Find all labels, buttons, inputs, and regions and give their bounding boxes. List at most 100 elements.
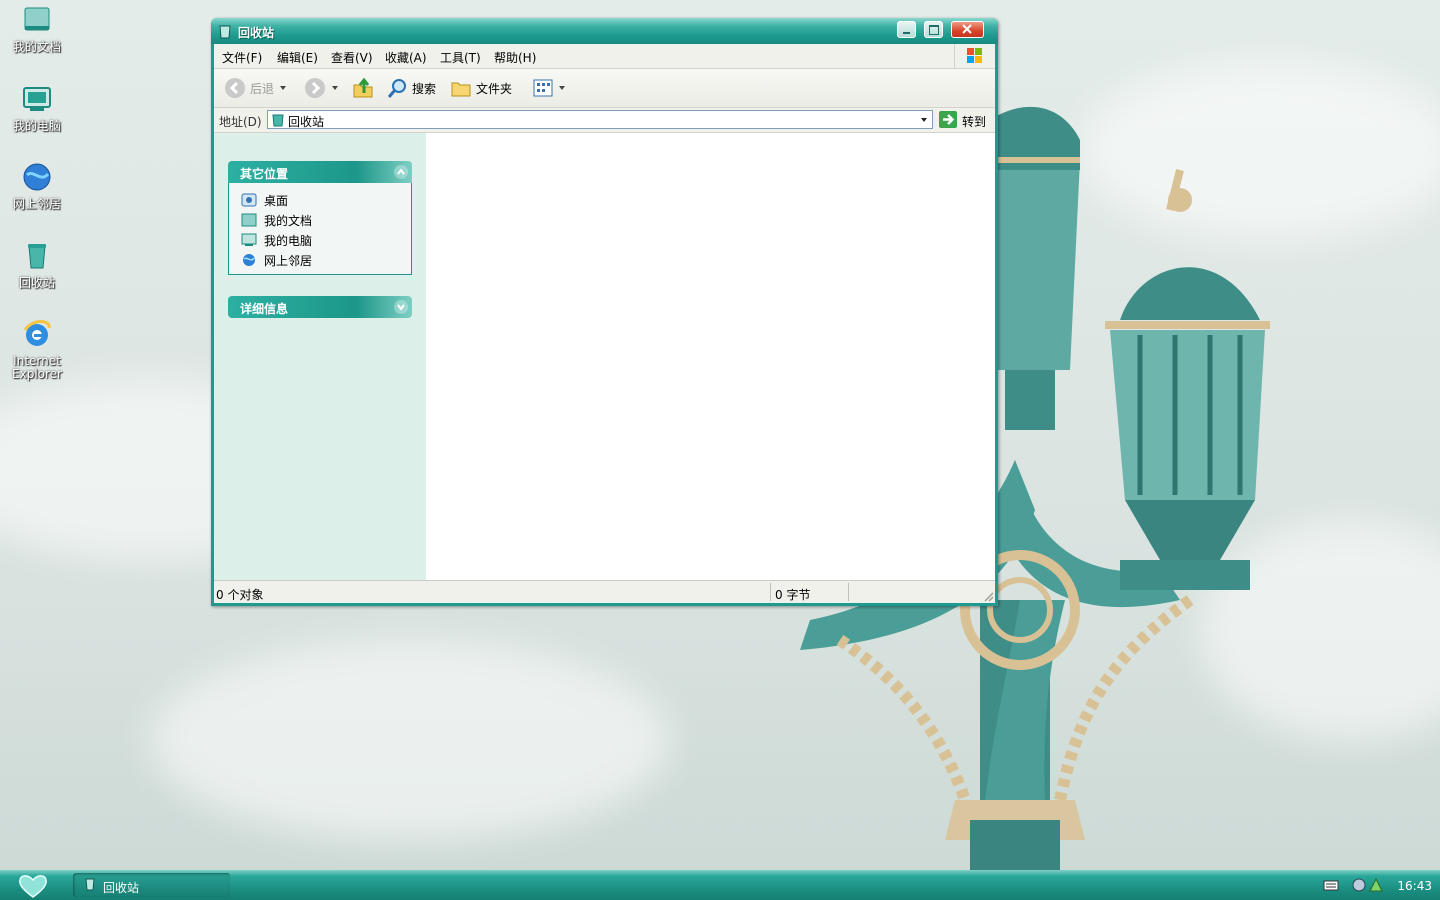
desktop-icon [241,193,257,207]
system-tray: 16:43 [1318,870,1440,900]
other-places-list: 桌面 我的文档 我的电脑 网上邻居 [228,183,412,275]
status-object-count: 0 个对象 [216,588,264,602]
maximize-button[interactable] [924,21,943,38]
place-link-my-documents[interactable]: 我的文档 [241,210,411,230]
recycle-bin-icon [272,114,284,127]
volume-icon[interactable] [1351,877,1367,893]
search-button[interactable]: 搜索 [386,77,436,99]
address-label: 地址(D) [219,115,262,129]
forward-arrow-icon [305,78,325,98]
network-tray-icon[interactable] [1368,877,1384,893]
desktop-icon-internet-explorer[interactable]: Internet Explorer [4,318,70,381]
place-link-my-computer[interactable]: 我的电脑 [241,230,411,250]
status-size: 0 字节 [775,588,811,602]
desktop-icon-label: 网上邻居 [12,197,61,211]
my-documents-icon [241,213,257,227]
windows-flag-icon [967,48,982,63]
my-computer-icon [23,87,51,111]
keyboard-icon[interactable] [1323,879,1339,891]
expand-chevron-icon [394,300,408,314]
back-button[interactable]: 后退 [224,77,288,99]
menu-view[interactable]: 查看(V) [331,49,373,66]
menu-favorites[interactable]: 收藏(A) [385,49,427,66]
place-link-label: 网上邻居 [264,253,313,268]
details-title: 详细信息 [240,302,289,316]
place-link-network[interactable]: 网上邻居 [241,250,411,270]
views-icon [533,79,553,97]
address-value: 回收站 [288,115,325,129]
go-arrow-icon[interactable] [938,110,958,129]
desktop-icon-label: 我的电脑 [12,119,61,133]
desktop-icon-label: Explorer [12,367,62,381]
taskbar-item-label: 回收站 [103,881,140,895]
other-places-title: 其它位置 [240,167,289,181]
my-documents-icon [24,7,50,31]
menu-edit[interactable]: 编辑(E) [277,49,318,66]
desktop-icon-label: 我的文档 [12,40,61,54]
menu-tools[interactable]: 工具(T) [440,49,481,66]
status-divider [770,583,771,601]
desktop-icon-label: 回收站 [18,276,55,290]
recycle-bin-icon [28,244,46,269]
windows-logo [954,44,995,68]
taskbar-clock: 16:43 [1397,879,1432,893]
network-places-icon [243,254,255,266]
desktop-icon-my-computer[interactable]: 我的电脑 [4,83,70,133]
desktop-icon-recycle-bin[interactable]: 回收站 [4,240,70,290]
place-link-label: 我的电脑 [264,233,313,248]
explorer-window: 回收站 文件(F) 编辑(E) 查看(V) 收藏(A) 工具(T) 帮助(H) … [211,18,998,606]
internet-explorer-icon [23,320,51,346]
folders-label: 文件夹 [476,81,513,96]
back-label: 后退 [250,81,275,96]
place-link-desktop[interactable]: 桌面 [241,190,411,210]
status-bar: 0 个对象 0 字节 [214,580,995,603]
chevron-down-icon [559,86,565,90]
search-icon [387,79,406,98]
window-title: 回收站 [238,26,275,40]
back-arrow-icon [225,78,245,98]
other-places-panel: 其它位置 桌面 我的文档 我的电脑 网上邻居 [228,161,412,275]
toolbar: 后退 搜索 文件夹 [214,69,995,108]
network-places-icon [23,163,51,191]
chevron-down-icon [332,86,338,90]
address-bar: 地址(D) 回收站 转到 [214,108,995,133]
up-folder-button[interactable] [352,77,374,99]
folders-icon [451,82,471,97]
folders-button[interactable]: 文件夹 [450,77,512,99]
search-label: 搜索 [412,81,437,96]
task-pane: 其它位置 桌面 我的文档 我的电脑 网上邻居 详细信息 [214,133,426,581]
menu-bar: 文件(F) 编辑(E) 查看(V) 收藏(A) 工具(T) 帮助(H) [214,44,995,69]
views-button[interactable] [532,77,566,99]
recycle-bin-icon [85,878,95,891]
address-input[interactable]: 回收站 [267,110,933,129]
my-computer-icon [241,233,257,246]
forward-button[interactable] [304,77,340,99]
other-places-header[interactable]: 其它位置 [228,161,412,183]
up-folder-icon [353,77,373,98]
go-button[interactable]: 转到 [962,113,986,130]
wallpaper-cloud [150,640,670,840]
start-heart-icon[interactable] [18,873,48,899]
place-link-label: 我的文档 [264,213,313,228]
window-titlebar[interactable]: 回收站 [211,18,998,44]
status-divider [848,583,849,601]
chevron-down-icon[interactable] [918,111,930,128]
file-list-area[interactable] [426,133,995,581]
menu-help[interactable]: 帮助(H) [494,49,536,66]
taskbar: 回收站 16:43 [0,870,1440,900]
close-icon [962,24,972,34]
desktop-icon-my-documents[interactable]: 我的文档 [4,4,70,54]
menu-file[interactable]: 文件(F) [222,49,262,66]
resize-grip-icon[interactable] [982,590,994,602]
taskbar-item-recycle-bin[interactable]: 回收站 [73,873,230,897]
desktop-icon-network[interactable]: 网上邻居 [4,161,70,211]
minimize-button[interactable] [897,21,916,38]
window-client: 文件(F) 编辑(E) 查看(V) 收藏(A) 工具(T) 帮助(H) 后退 搜… [214,44,995,603]
recycle-bin-icon [219,25,231,39]
chevron-down-icon [280,86,287,90]
details-header[interactable]: 详细信息 [228,296,412,318]
details-panel: 详细信息 [228,296,412,318]
collapse-chevron-icon [394,165,408,179]
close-button[interactable] [951,21,984,38]
place-link-label: 桌面 [264,193,289,208]
